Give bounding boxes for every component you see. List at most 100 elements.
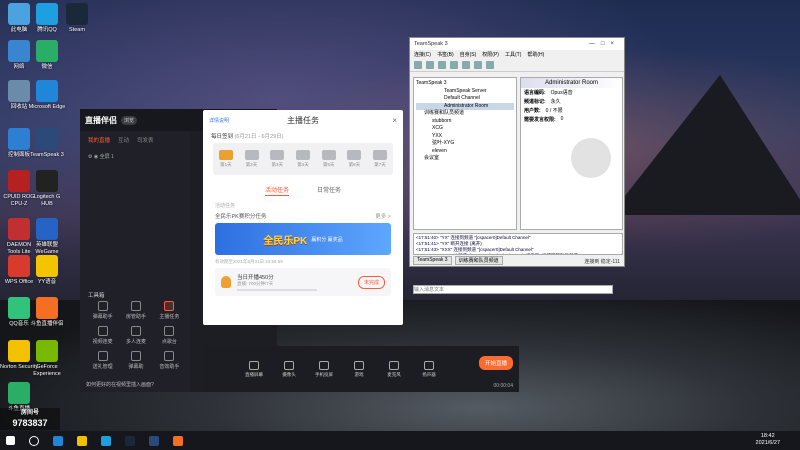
ts-user-item[interactable]: XCG	[416, 125, 514, 133]
ts-info-panel: Administrator Room 语言编码: Opus语音 频道标记: 永久 用户数…	[520, 77, 623, 230]
tool-item[interactable]: 主播任务	[153, 301, 186, 320]
ts-info-row: 用户数: 0 / 不限	[521, 106, 622, 115]
app-icon	[8, 80, 30, 102]
mute-speaker-icon[interactable]	[462, 61, 470, 69]
bookmark-icon[interactable]	[426, 61, 434, 69]
toolbar-item[interactable]: 麦克风	[383, 360, 405, 378]
signin-day[interactable]: 第2天	[244, 150, 259, 168]
ts-menu-item[interactable]: 工具(T)	[505, 51, 521, 58]
teamspeak-icon[interactable]	[149, 435, 159, 446]
ts-menu-item[interactable]: 帮助(H)	[527, 51, 544, 58]
duty-task-subtitle: 直播: 700分钟/7天	[237, 281, 274, 286]
tab-interact[interactable]: 互动	[118, 136, 129, 144]
tool-item[interactable]: 房管助手	[119, 301, 152, 320]
ts-info-value: Opus语音	[550, 90, 573, 96]
ts-user-item[interactable]: eleven	[416, 148, 514, 156]
desktop-icon[interactable]: TeamSpeak 3	[28, 128, 66, 159]
scene-label[interactable]: ⚙ ◉ 全屏 1	[88, 153, 114, 160]
ts-channel-item[interactable]: TeamSpeak 3	[416, 80, 514, 88]
tab-event-tasks[interactable]: 活动任务	[264, 185, 289, 196]
tab-my-live[interactable]: 我的直播	[88, 136, 110, 144]
ts-menu-item[interactable]: 书签(B)	[437, 51, 454, 58]
ts-menu-item[interactable]: 连接(C)	[414, 51, 431, 58]
ts-channel-item[interactable]: 会议室	[416, 155, 514, 163]
task-rule-link[interactable]: 详情说明	[209, 117, 229, 124]
cortana-icon[interactable]	[29, 435, 39, 446]
desktop-icon[interactable]: Steam	[58, 3, 96, 34]
signin-day-label: 第7天	[374, 162, 386, 167]
desktop-icon[interactable]: GeForce Experience	[28, 340, 66, 377]
toolbar-item[interactable]: 摄像头	[278, 360, 300, 378]
system-clock[interactable]: 18:42 2021/6/27	[756, 433, 780, 447]
signin-day[interactable]: 第1天	[218, 150, 233, 168]
desktop-icon[interactable]: 英雄联盟WeGame	[28, 218, 66, 255]
tool-item[interactable]: 多人连麦	[119, 326, 152, 345]
edge-icon[interactable]	[53, 435, 63, 446]
ts-tab-channel[interactable]: 训练赛和队员频道	[454, 256, 503, 265]
ts-menu-item[interactable]: 权限(P)	[482, 51, 499, 58]
tool-item[interactable]: 送礼管理	[86, 351, 119, 370]
signin-day[interactable]: 第5天	[321, 150, 336, 168]
desktop-icon[interactable]: Logitech G HUB	[28, 170, 66, 207]
explorer-icon[interactable]	[77, 435, 87, 446]
tool-item[interactable]: 弹幕助手	[86, 301, 119, 320]
start-live-button[interactable]: 开始直播	[478, 356, 513, 370]
app-icon	[8, 3, 30, 25]
signin-day[interactable]: 第7天	[373, 150, 388, 168]
task-tabs: 活动任务 日常任务	[203, 185, 403, 196]
desktop-icon-label: Logitech G HUB	[33, 194, 61, 207]
tab-daily-tasks[interactable]: 日常任务	[317, 185, 341, 196]
ts-user-item[interactable]: 弦叶-XYG	[416, 140, 514, 148]
tool-icon	[97, 326, 108, 336]
tool-item[interactable]: 音效助手	[153, 351, 186, 370]
tool-icon	[130, 301, 141, 311]
window-controls[interactable]: —□×	[589, 41, 620, 47]
pk-banner[interactable]: 全民乐PK 赢积分 赢奖品	[215, 223, 391, 255]
live-timer: 00:00:04	[493, 383, 513, 389]
signin-day[interactable]: 第3天	[270, 150, 285, 168]
toolbar-item[interactable]: 直播屏幕	[243, 360, 265, 378]
ts-menu-item[interactable]: 自身(S)	[460, 51, 477, 58]
toolbar-item[interactable]: 游戏	[348, 360, 370, 378]
steam-icon[interactable]	[125, 435, 135, 446]
ts-channel-item[interactable]: 训练赛和队员频道	[416, 110, 514, 118]
ts-user-item[interactable]: stubborn	[416, 118, 514, 126]
app-icon	[36, 340, 58, 362]
toolbar-label: 直播屏幕	[245, 371, 263, 377]
ts-titlebar: TeamSpeak 3 —□×	[410, 38, 624, 50]
pk-banner-title: 全民乐PK	[263, 235, 308, 247]
desktop-icon[interactable]: Microsoft Edge	[28, 80, 66, 111]
ts-window-title: TeamSpeak 3	[414, 41, 448, 47]
ts-channel-item[interactable]: Default Channel	[416, 95, 514, 103]
tool-item[interactable]: 弹幕助	[119, 351, 152, 370]
connect-icon[interactable]	[414, 61, 422, 69]
wallpaper-mountain	[610, 75, 800, 215]
close-icon[interactable]: ×	[392, 116, 397, 125]
ts-channel-item[interactable]: TeamSpeak Server	[416, 88, 514, 96]
avatar-icon[interactable]	[486, 61, 494, 69]
app-notice[interactable]: 如何更好的在视频里插入画面?	[86, 381, 154, 388]
desktop-icon[interactable]: 斗鱼直播伴侣	[28, 297, 66, 328]
windows-start-icon[interactable]	[6, 436, 15, 445]
mute-mic-icon[interactable]	[450, 61, 458, 69]
live-app-icon[interactable]	[173, 435, 183, 446]
desktop-icon[interactable]: 微信	[28, 40, 66, 71]
tool-item[interactable]: 视频连麦	[86, 326, 119, 345]
toolbar-item[interactable]: 扬声器	[418, 360, 440, 378]
app-badge[interactable]: 浏览	[121, 115, 138, 125]
chat-icon[interactable]	[474, 61, 482, 69]
ts-tab-server[interactable]: TeamSpeak 3	[413, 256, 452, 265]
signin-day[interactable]: 第6天	[347, 150, 362, 168]
tool-item[interactable]: 点歌台	[153, 326, 186, 345]
tab-publish[interactable]: 司发表	[137, 136, 154, 144]
toolbar-item[interactable]: 手机投屏	[313, 360, 335, 378]
ts-message-input[interactable]	[413, 285, 613, 294]
away-icon[interactable]	[438, 61, 446, 69]
pk-more-link[interactable]: 更多 >	[375, 212, 391, 220]
ts-channel-item[interactable]: Administrator Room	[416, 102, 514, 110]
desktop-icon[interactable]: YY语音	[28, 255, 66, 286]
duty-status-button[interactable]: 未完成	[357, 275, 385, 289]
ts-user-item[interactable]: YXX	[416, 133, 514, 141]
signin-day[interactable]: 第4天	[295, 150, 310, 168]
qq-icon[interactable]	[101, 435, 111, 446]
